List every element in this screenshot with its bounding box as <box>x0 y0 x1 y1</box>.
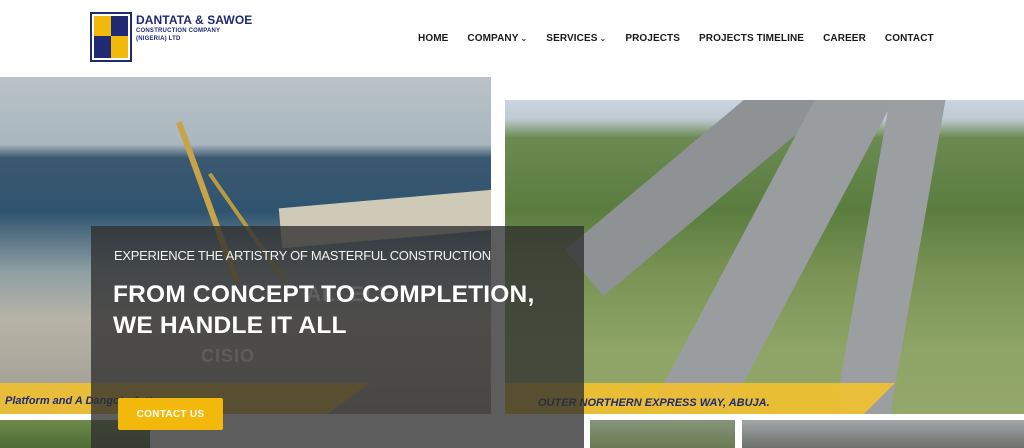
nav-item-company[interactable]: COMPANY ⌄ <box>467 33 527 44</box>
nav-item-career[interactable]: CAREER <box>823 33 866 44</box>
brand-name: DANTATA & SAWOE <box>136 13 253 27</box>
nav-home-label: HOME <box>418 33 449 44</box>
background-text: CISIO <box>201 346 256 366</box>
nav-services-label: SERVICES <box>546 33 598 44</box>
nav-item-projects-timeline[interactable]: PROJECTS TIMELINE <box>699 33 804 44</box>
nav-projects-label: PROJECTS <box>625 33 681 44</box>
project-thumbnail[interactable] <box>590 420 735 448</box>
nav-projects-timeline-label: PROJECTS TIMELINE <box>699 33 805 44</box>
logo-mark-icon <box>90 12 132 62</box>
hero-headline: FROM CONCEPT TO COMPLETION, WE HANDLE IT… <box>113 281 535 339</box>
nav-contact-label: CONTACT <box>884 33 934 44</box>
nav-career-label: CAREER <box>823 33 866 44</box>
hero-eyebrow: EXPERIENCE THE ARTISTRY OF MASTERFUL CON… <box>114 248 491 263</box>
nav-item-services[interactable]: SERVICES ⌄ <box>546 33 606 44</box>
project-thumbnail[interactable] <box>742 420 1024 448</box>
contact-us-button[interactable]: CONTACT US <box>118 398 223 430</box>
brand-subtitle-1: CONSTRUCTION COMPANY <box>136 28 221 34</box>
site-header: DANTATA & SAWOE CONSTRUCTION COMPANY (NI… <box>0 0 1024 77</box>
main-navigation: HOME COMPANY ⌄ SERVICES ⌄ PROJECTS PROJE… <box>418 33 934 44</box>
chevron-down-icon: ⌄ <box>520 34 528 43</box>
brand-subtitle-2: (NIGERIA) LTD <box>136 36 181 42</box>
chevron-down-icon: ⌄ <box>599 34 607 43</box>
nav-item-projects[interactable]: PROJECTS <box>625 33 680 44</box>
company-logo[interactable]: DANTATA & SAWOE CONSTRUCTION COMPANY (NI… <box>90 12 252 62</box>
nav-item-contact[interactable]: CONTACT <box>885 33 934 44</box>
logo-text: DANTATA & SAWOE CONSTRUCTION COMPANY (NI… <box>136 14 252 43</box>
nav-company-label: COMPANY <box>467 33 519 44</box>
hero-overlay-card: ALLELE CISIO EXPERIENCE THE ARTISTRY OF … <box>91 226 584 448</box>
nav-item-home[interactable]: HOME <box>418 33 448 44</box>
